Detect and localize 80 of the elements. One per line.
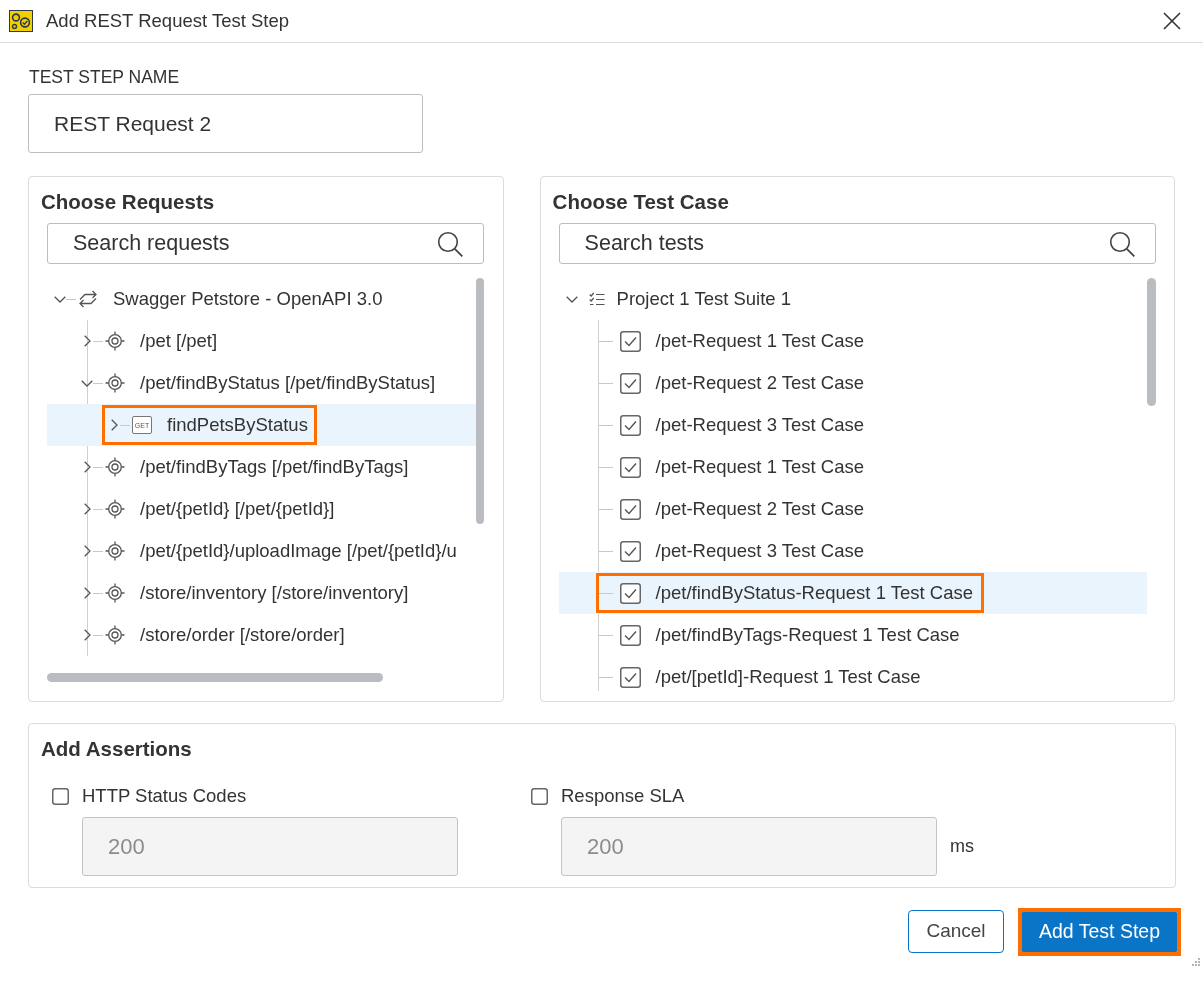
vertical-scrollbar[interactable]: [476, 278, 484, 524]
tree-item-label: /pet-Request 3 Test Case: [655, 539, 864, 564]
target-icon: [105, 499, 125, 519]
window-title: Add REST Request Test Step: [46, 9, 290, 34]
gears-logo-icon: [9, 10, 33, 32]
checkbox[interactable]: [619, 540, 641, 562]
tree-row[interactable]: /pet-Request 2 Test Case: [558, 362, 1147, 404]
tree-row[interactable]: /pet-Request 1 Test Case: [558, 446, 1147, 488]
tree-row[interactable]: /pet/findByTags-Request 1 Test Case: [558, 614, 1147, 656]
checkbox-label: Response SLA: [561, 784, 685, 809]
tree-row[interactable]: /pet/{petId} [/pet/{petId}]: [47, 488, 476, 530]
target-icon: [105, 541, 125, 561]
tree-row[interactable]: Project 1 Test Suite 1: [558, 278, 1147, 320]
tree-row[interactable]: /pet/[petId]-Request 1 Test Case: [558, 656, 1147, 691]
checkbox[interactable]: [619, 456, 641, 478]
tree-item-label: /pet/{petId}/uploadImage [/pet/{petId}/u: [140, 539, 457, 564]
text-field[interactable]: REST Request 2: [28, 94, 423, 153]
tree-row[interactable]: /pet-Request 1 Test Case: [558, 320, 1147, 362]
tree-item-label: /pet/[petId]-Request 1 Test Case: [655, 665, 921, 690]
target-icon: [105, 583, 125, 603]
panel-title: Add Assertions: [41, 737, 192, 761]
search-field[interactable]: Search requests: [47, 223, 484, 264]
checkbox[interactable]: [619, 414, 641, 436]
target-icon: [105, 625, 125, 645]
target-icon: [105, 457, 125, 477]
checkbox[interactable]: [619, 624, 641, 646]
tree-item-label: /pet/{petId} [/pet/{petId}]: [140, 497, 335, 522]
tree-row[interactable]: /pet/findByTags [/pet/findByTags]: [47, 446, 476, 488]
tree-row[interactable]: /pet-Request 3 Test Case: [558, 530, 1147, 572]
search-field[interactable]: Search tests: [558, 223, 1156, 264]
checkbox[interactable]: [619, 330, 641, 352]
add-test-step-button[interactable]: Add Test Step: [1022, 911, 1177, 952]
tree-row[interactable]: /pet-Request 2 Test Case: [558, 488, 1147, 530]
checkbox-label: HTTP Status Codes: [82, 784, 247, 809]
tree-item-label: /pet [/pet]: [140, 329, 218, 354]
tree-item-label: /pet/findByStatus [/pet/findByStatus]: [140, 371, 436, 396]
tree-item-label: findPetsByStatus: [167, 413, 308, 438]
tree-item-label: /pet-Request 3 Test Case: [655, 413, 864, 438]
panel-title: Choose Test Case: [552, 190, 729, 214]
vertical-scrollbar[interactable]: [1146, 278, 1156, 406]
tree-item-label: /pet/findByStatus-Request 1 Test Case: [655, 581, 973, 606]
search-icon[interactable]: [437, 231, 463, 257]
search-icon[interactable]: [1108, 231, 1135, 257]
unit-label: ms: [950, 835, 974, 858]
tree-row[interactable]: /store/inventory [/store/inventory]: [47, 572, 476, 614]
chevron-down-icon[interactable]: [565, 295, 578, 303]
chevron-right-icon[interactable]: [110, 419, 118, 431]
close-button[interactable]: [1163, 12, 1181, 30]
tree-row[interactable]: /store/order [/store/order]: [47, 614, 476, 656]
tree-item-label: /pet-Request 2 Test Case: [655, 497, 864, 522]
target-icon: [105, 373, 125, 393]
tree-row[interactable]: /pet/findByStatus-Request 1 Test Case: [558, 572, 1147, 614]
checkbox[interactable]: [619, 498, 641, 520]
checkbox[interactable]: [619, 582, 641, 604]
horizontal-scrollbar[interactable]: [47, 673, 383, 682]
tree-item-label: /pet-Request 1 Test Case: [655, 455, 864, 480]
checkbox[interactable]: [619, 666, 641, 688]
chevron-down-icon[interactable]: [54, 295, 66, 303]
tree-row[interactable]: /pet-Request 3 Test Case: [558, 404, 1147, 446]
swap-arrows-icon: [78, 290, 98, 308]
tree-row[interactable]: /pet/{petId}/uploadImage [/pet/{petId}/u: [47, 530, 476, 572]
tree-item-label: /pet-Request 1 Test Case: [655, 329, 864, 354]
tree-item-label: /store/inventory [/store/inventory]: [140, 581, 409, 606]
tree-item-label: Project 1 Test Suite 1: [616, 287, 792, 312]
checklist-icon: [588, 292, 605, 306]
tree-item-label: Swagger Petstore - OpenAPI 3.0: [113, 287, 383, 312]
resize-grip-icon[interactable]: [1192, 958, 1200, 966]
tree-item-label: /pet/findByTags [/pet/findByTags]: [140, 455, 409, 480]
close-icon: [1163, 12, 1181, 30]
tree-item-label: /pet-Request 2 Test Case: [655, 371, 864, 396]
tree-item-label: /pet/findByTags-Request 1 Test Case: [655, 623, 960, 648]
panel-title: Choose Requests: [41, 190, 215, 214]
tree-row[interactable]: /pet/findByStatus [/pet/findByStatus]: [47, 362, 476, 404]
tree-row[interactable]: Swagger Petstore - OpenAPI 3.0: [47, 278, 476, 320]
checkbox[interactable]: [619, 372, 641, 394]
tree-item-label: /store/order [/store/order]: [140, 623, 345, 648]
field-label: TEST STEP NAME: [28, 67, 180, 87]
cancel-button[interactable]: Cancel: [908, 910, 1004, 953]
tree-row[interactable]: /pet [/pet]: [47, 320, 476, 362]
target-icon: [105, 331, 125, 351]
